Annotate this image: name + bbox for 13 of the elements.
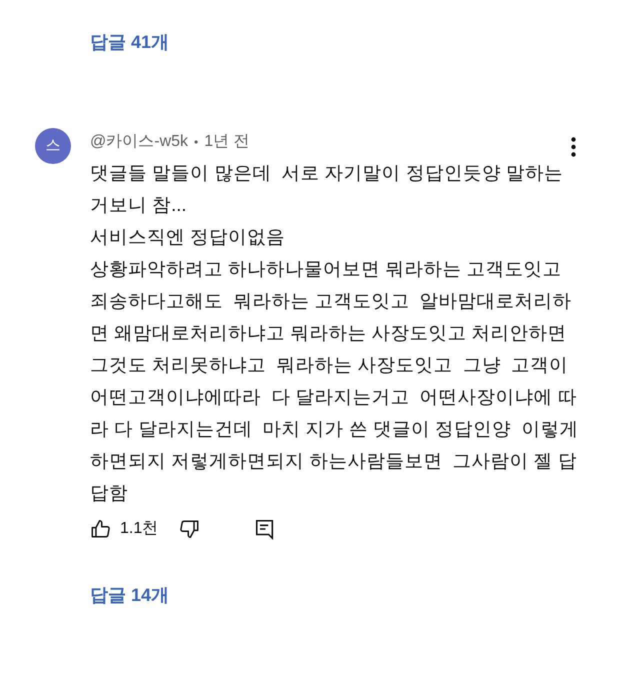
more-options-icon xyxy=(571,137,576,157)
like-button[interactable]: 1.1천 xyxy=(90,517,158,541)
more-options-button[interactable] xyxy=(571,137,576,157)
separator-dot: • xyxy=(194,134,198,151)
comment-time: 1년 전 xyxy=(204,132,250,152)
avatar-initial[interactable]: 스 xyxy=(35,128,71,164)
replies-link[interactable]: 답글 14개 xyxy=(90,582,170,608)
thumbs-up-icon xyxy=(90,518,112,540)
comment-text: 댓글들 말들이 많은데 서로 자기말이 정답인듯양 말하는 거보니 참... 서비스직엔 정답이없음 상황파악하려고 하나하나물어보면 뭐라하는 고객도잇고 죄송하다고해도 뭐라하는 고객도잇고 알바맘대로처리하 면 왜맘대로처리하냐고 뭐라하는 사장도잇고 처리안하면 그것도 처리못하냐고 뭐라하는 사장도잇고 그냥 고객이 어떤고객이냐에따라 다 달라지는거고 어떤사장이냐에 따 라 다 달라지는건데 마치 지가 쓴 댓글이 정답인양 이렇게 하면되지 저렇게하면되지 하는사람들보면 그사람이 젤 답 답함 xyxy=(90,161,578,505)
dislike-button[interactable] xyxy=(178,518,200,540)
replies-link[interactable]: 답글 41개 xyxy=(90,29,170,55)
thumbs-down-icon xyxy=(178,518,200,540)
author-name[interactable]: @카이스-w5k xyxy=(90,130,188,154)
